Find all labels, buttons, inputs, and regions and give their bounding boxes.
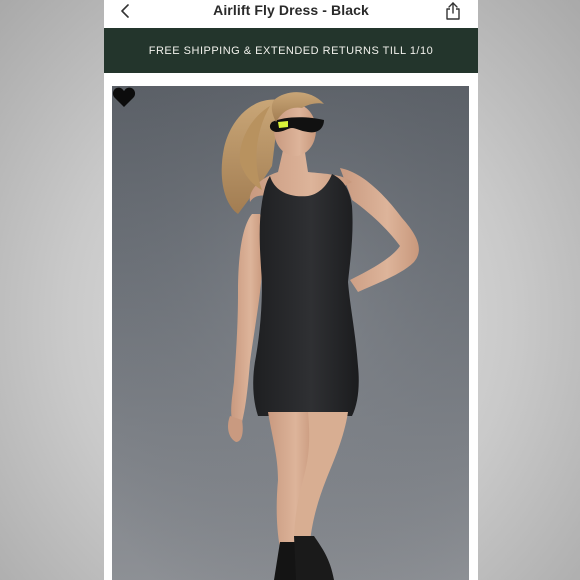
page-title: Airlift Fly Dress - Black [213,2,369,18]
back-button[interactable] [114,0,136,22]
app-screen: Airlift Fly Dress - Black FREE SHIPPING … [104,0,478,580]
promo-banner-text: FREE SHIPPING & EXTENDED RETURNS TILL 1/… [148,44,434,57]
top-nav-bar: Airlift Fly Dress - Black [104,0,478,26]
product-image[interactable] [112,86,469,580]
model-photo [112,86,469,580]
chevron-left-icon [121,4,129,18]
share-button[interactable] [442,0,464,22]
promo-banner[interactable]: FREE SHIPPING & EXTENDED RETURNS TILL 1/… [104,28,478,73]
share-icon [446,2,460,20]
heart-icon[interactable] [112,86,136,108]
